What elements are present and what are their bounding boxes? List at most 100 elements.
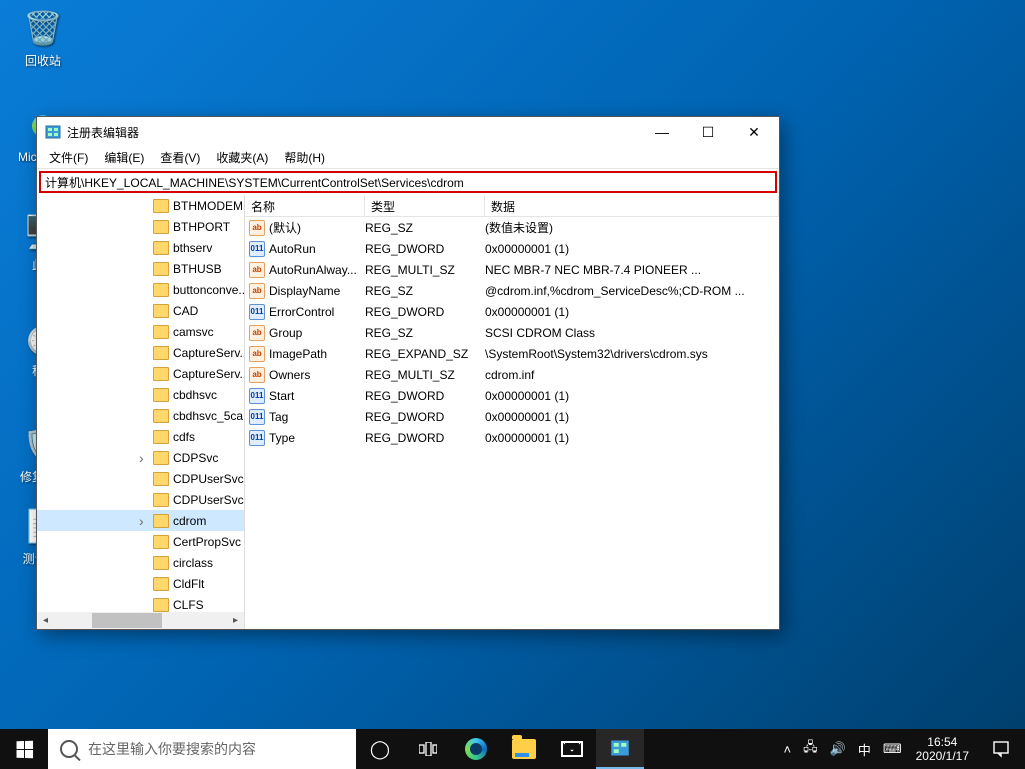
tree-item-label: CAD [173,304,198,318]
taskbar-regedit[interactable] [596,729,644,769]
tree-item-label: cdfs [173,430,195,444]
tree-item-label: CaptureServ... [173,367,244,381]
value-name: Type [269,431,365,445]
cortana-button[interactable]: ◯ [356,729,404,769]
column-header-name[interactable]: 名称 [245,195,365,216]
list-row[interactable]: 011TypeREG_DWORD0x00000001 (1) [245,427,779,448]
tree-item[interactable]: CAD [37,300,244,321]
scroll-left-button[interactable]: ◂ [37,612,54,629]
list-row[interactable]: 011StartREG_DWORD0x00000001 (1) [245,385,779,406]
column-header-type[interactable]: 类型 [365,195,485,216]
menu-favorites[interactable]: 收藏夹(A) [208,147,276,168]
tree-item[interactable]: CDPUserSvc... [37,489,244,510]
taskbar-file-explorer[interactable] [500,729,548,769]
scrollbar-thumb[interactable] [92,613,162,628]
tray-volume-icon[interactable]: 🔊 [824,729,852,769]
taskbar-mail[interactable] [548,729,596,769]
tree-item[interactable]: buttonconve... [37,279,244,300]
tray-network-icon[interactable]: 🖧 [797,729,824,769]
tree-item[interactable]: BTHPORT [37,216,244,237]
folder-icon [153,325,169,339]
folder-icon [153,493,169,507]
titlebar[interactable]: 注册表编辑器 — ☐ ✕ [37,117,779,147]
tree-panel: BTHMODEM BTHPORT bthserv BTHUSB buttonconve.… [37,195,245,629]
taskbar-search-box[interactable]: 在这里输入你要搜索的内容 [48,729,356,769]
tray-clock[interactable]: 16:54 2020/1/17 [908,735,977,763]
list-row[interactable]: 011ErrorControlREG_DWORD0x00000001 (1) [245,301,779,322]
column-header-data[interactable]: 数据 [485,195,779,216]
address-bar[interactable]: 计算机\HKEY_LOCAL_MACHINE\SYSTEM\CurrentCon… [39,171,777,193]
folder-icon [153,409,169,423]
list-view[interactable]: ab(默认)REG_SZ(数值未设置)011AutoRunREG_DWORD0x… [245,217,779,629]
search-placeholder: 在这里输入你要搜索的内容 [88,739,256,759]
list-row[interactable]: abGroupREG_SZSCSI CDROM Class [245,322,779,343]
tree-item[interactable]: CDPSvc [37,447,244,468]
value-type: REG_MULTI_SZ [365,263,485,277]
tree-item[interactable]: CaptureServ... [37,363,244,384]
tree-item[interactable]: cdrom [37,510,244,531]
taskbar: 在这里输入你要搜索的内容 ◯ ˄ 🖧 🔊 中 ⌨ 16:54 2020/1/17 [0,729,1025,769]
list-row[interactable]: abDisplayNameREG_SZ@cdrom.inf,%cdrom_Ser… [245,280,779,301]
tree-item-label: circlass [173,556,213,570]
list-row[interactable]: 011AutoRunREG_DWORD0x00000001 (1) [245,238,779,259]
folder-icon [153,430,169,444]
menu-edit[interactable]: 编辑(E) [96,147,152,168]
action-center-button[interactable] [977,729,1025,769]
tree-item[interactable]: BTHUSB [37,258,244,279]
tree-item[interactable]: CLFS [37,594,244,612]
tree-item[interactable]: CertPropSvc [37,531,244,552]
horizontal-scrollbar[interactable]: ◂ ▸ [37,612,244,629]
tree-item-label: CLFS [173,598,204,612]
folder-icon [153,598,169,612]
tray-keyboard-icon[interactable]: ⌨ [877,729,908,769]
tree-item-label: BTHPORT [173,220,230,234]
tree-item[interactable]: cbdhsvc [37,384,244,405]
menu-help[interactable]: 帮助(H) [276,147,333,168]
maximize-button[interactable]: ☐ [685,117,731,147]
list-row[interactable]: abImagePathREG_EXPAND_SZ\SystemRoot\Syst… [245,343,779,364]
value-data: 0x00000001 (1) [485,242,779,256]
tree-item[interactable]: cdfs [37,426,244,447]
window-title: 注册表编辑器 [67,124,639,141]
dword-value-icon: 011 [249,241,265,257]
minimize-button[interactable]: — [639,117,685,147]
start-button[interactable] [0,729,48,769]
taskbar-edge[interactable] [452,729,500,769]
tray-chevron-up-icon[interactable]: ˄ [778,729,798,769]
value-data: 0x00000001 (1) [485,389,779,403]
folder-icon [153,304,169,318]
tree-item[interactable]: bthserv [37,237,244,258]
tree-item[interactable]: camsvc [37,321,244,342]
tree-item[interactable]: cbdhsvc_5ca... [37,405,244,426]
tree-item-label: BTHUSB [173,262,222,276]
task-view-button[interactable] [404,729,452,769]
menu-file[interactable]: 文件(F) [41,147,96,168]
value-type: REG_MULTI_SZ [365,368,485,382]
tree-item[interactable]: BTHMODEM [37,195,244,216]
list-row[interactable]: abAutoRunAlway...REG_MULTI_SZNEC MBR-7 N… [245,259,779,280]
tree-view[interactable]: BTHMODEM BTHPORT bthserv BTHUSB buttonconve.… [37,195,244,612]
tray-ime-indicator[interactable]: 中 [852,729,877,769]
menu-view[interactable]: 查看(V) [152,147,208,168]
tree-item[interactable]: CaptureServ... [37,342,244,363]
value-name: Tag [269,410,365,424]
recycle-bin-label: 回收站 [6,52,80,69]
folder-icon [153,388,169,402]
list-header: 名称 类型 数据 [245,195,779,217]
string-value-icon: ab [249,262,265,278]
dword-value-icon: 011 [249,388,265,404]
folder-icon [153,367,169,381]
close-button[interactable]: ✕ [731,117,777,147]
tree-item[interactable]: CDPUserSvc [37,468,244,489]
tree-item[interactable]: CldFlt [37,573,244,594]
list-row[interactable]: abOwnersREG_MULTI_SZcdrom.inf [245,364,779,385]
list-row[interactable]: 011TagREG_DWORD0x00000001 (1) [245,406,779,427]
tree-item[interactable]: circlass [37,552,244,573]
folder-icon [153,451,169,465]
folder-icon [153,514,169,528]
list-row[interactable]: ab(默认)REG_SZ(数值未设置) [245,217,779,238]
value-name: Start [269,389,365,403]
value-name: AutoRun [269,242,365,256]
desktop-icon-recycle-bin[interactable]: 🗑️ 回收站 [6,8,80,69]
scroll-right-button[interactable]: ▸ [227,612,244,629]
